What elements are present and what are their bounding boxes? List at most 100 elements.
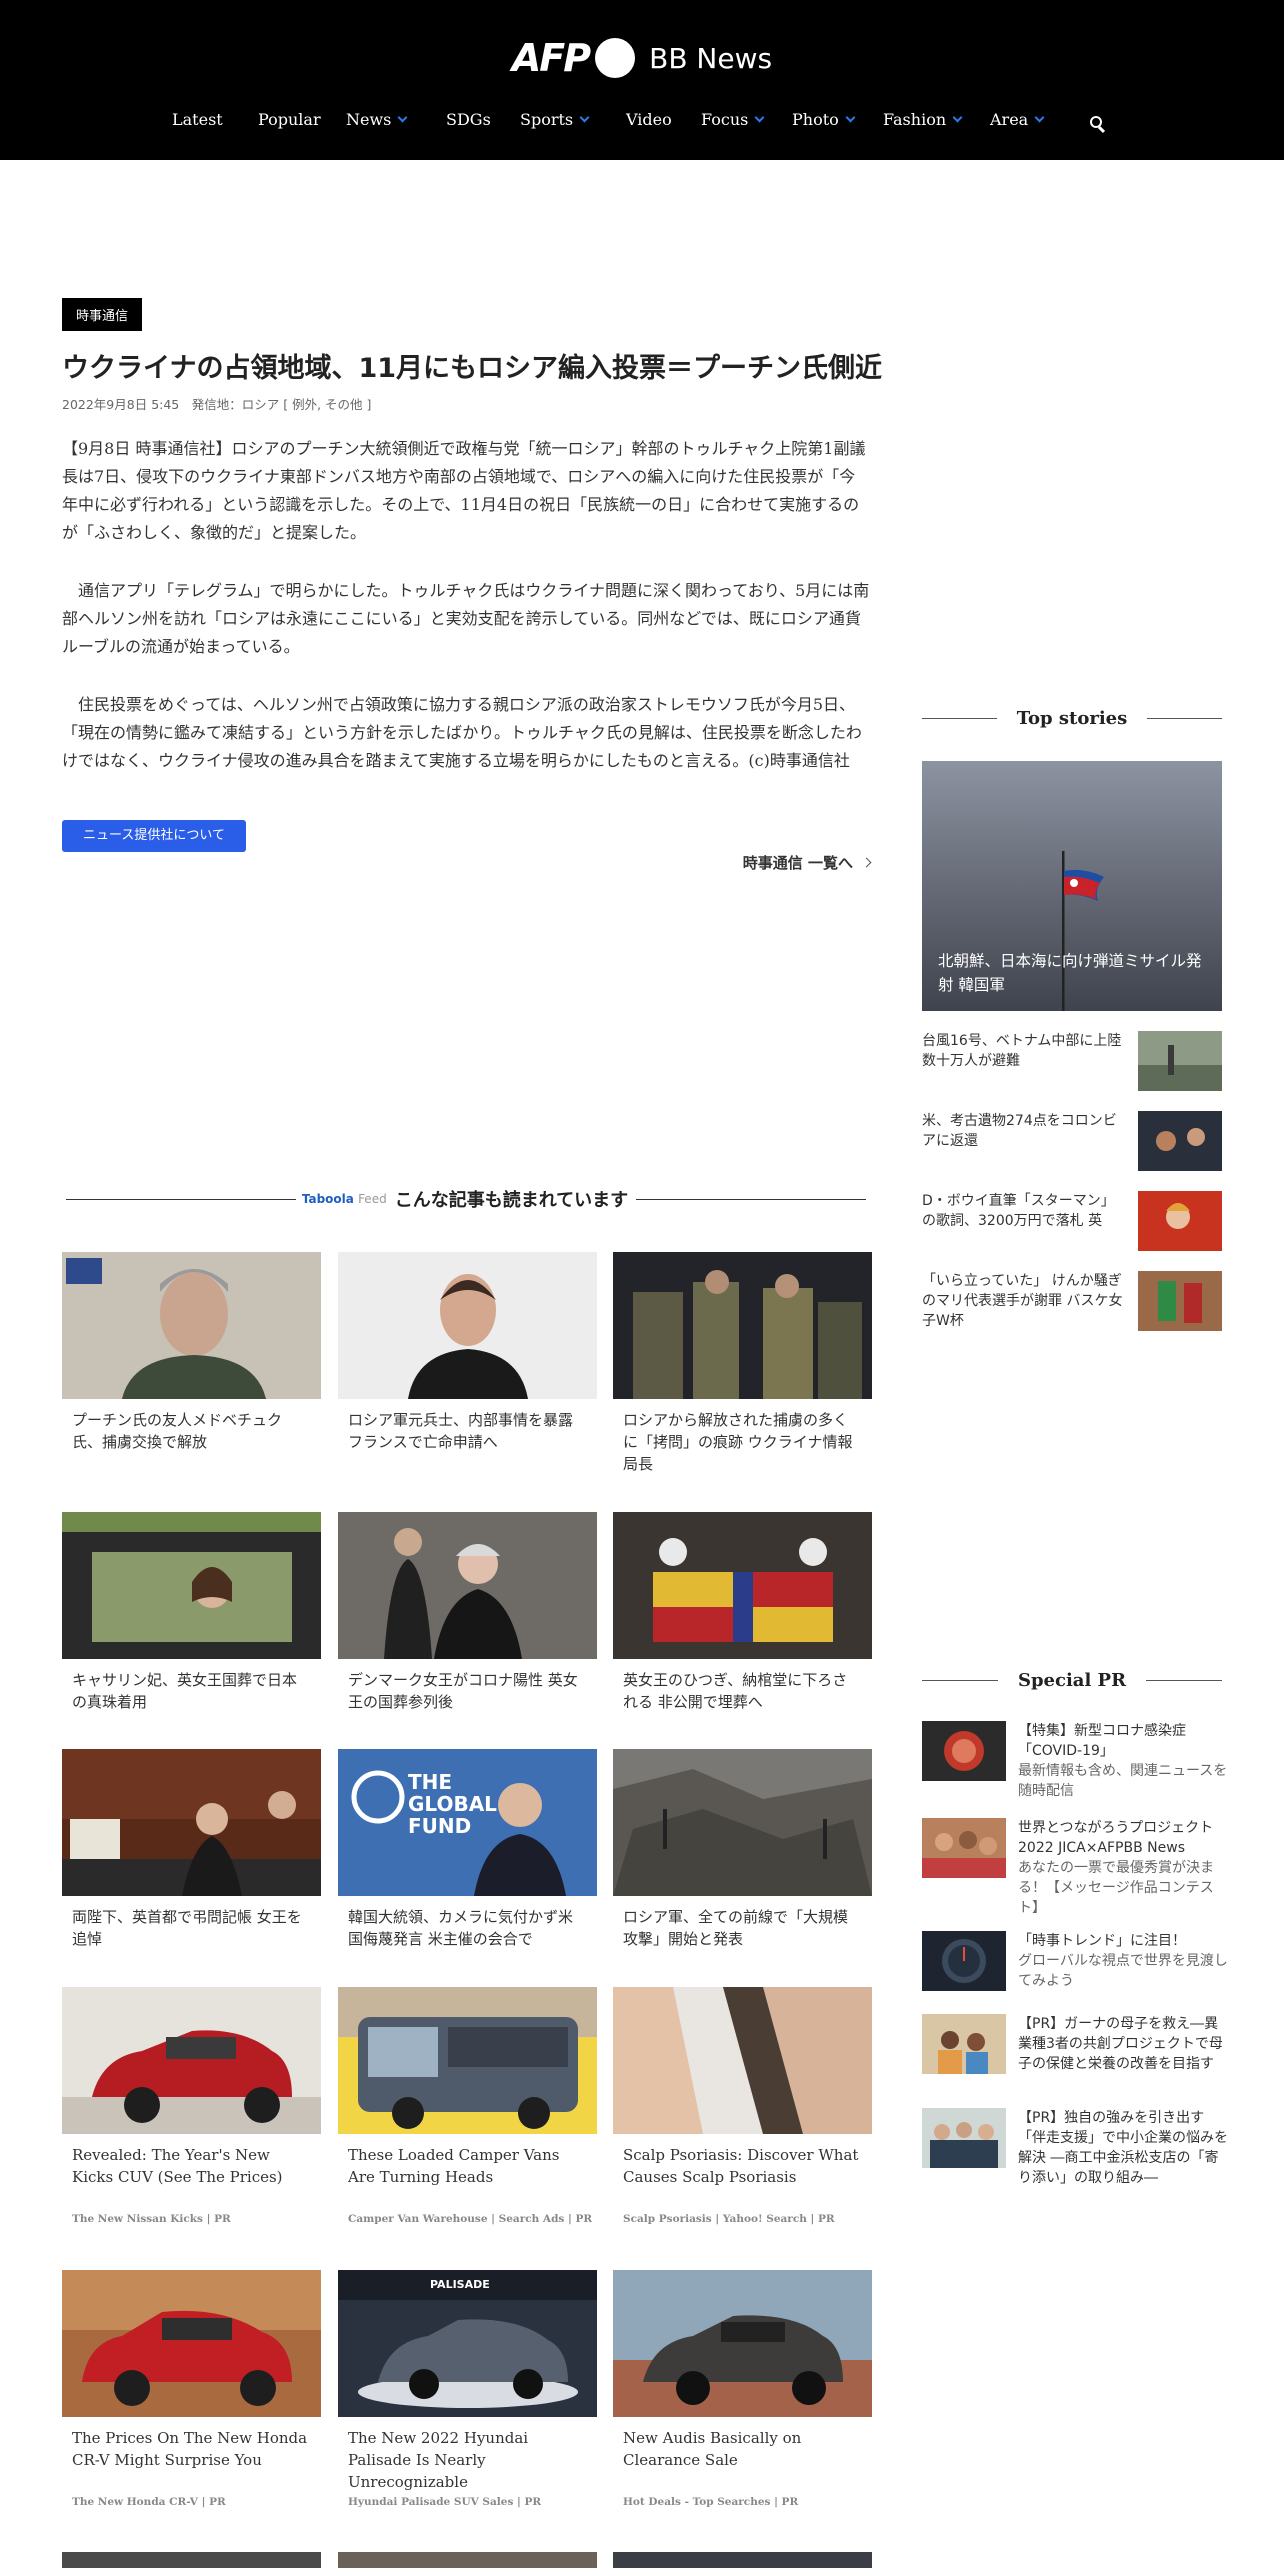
taboola-feed: Feed bbox=[358, 1192, 387, 1206]
ad-card-image bbox=[613, 2270, 872, 2417]
nav-photo[interactable]: Photo bbox=[792, 110, 856, 129]
source-list-link[interactable]: 時事通信 一覧へ bbox=[742, 852, 872, 873]
pr-sub: グローバルな視点で世界を見渡してみよう bbox=[1018, 1953, 1228, 1989]
ad-card-image bbox=[613, 1987, 872, 2134]
top-story-item[interactable]: 米、考古遺物274点をコロンビアに返還 bbox=[922, 1111, 1222, 1171]
ad-card[interactable]: The Prices On The New Honda CR-V Might S… bbox=[62, 2270, 321, 2514]
pr-item[interactable]: 【PR】独自の強みを引き出す「伴走支援」で中小企業の悩みを解決 ―商工中金浜松支… bbox=[922, 2108, 1228, 2186]
rec-card[interactable]: 両陛下、英首都で弔問記帳 女王を追悼 bbox=[62, 1749, 321, 1950]
rec-card[interactable]: THE GLOBAL FUND 韓国大統領、カメラに気付かず米国侮蔑発言 米主催の会… bbox=[338, 1749, 597, 1950]
svg-text:FUND: FUND bbox=[408, 1814, 471, 1838]
rec-card-image bbox=[613, 1252, 872, 1399]
nav-popular[interactable]: Popular bbox=[258, 110, 321, 129]
chevron-down-icon bbox=[397, 112, 408, 123]
article-body: 【9月8日 時事通信社】ロシアのプーチン大統領側近で政権与党「統一ロシア」幹部の… bbox=[62, 435, 870, 775]
ad-card-image bbox=[62, 1987, 321, 2134]
search-icon[interactable] bbox=[1090, 116, 1106, 134]
nav-label: Video bbox=[626, 110, 672, 129]
pr-text: 【PR】ガーナの母子を救え―異業種3者の共創プロジェクトで母子の保健と栄養の改善… bbox=[1018, 2014, 1228, 2074]
rec-card[interactable]: デンマーク女王がコロナ陽性 英女王の国葬参列後 bbox=[338, 1512, 597, 1713]
site-header: AFP BB News Latest Popular News SDGs Spo… bbox=[0, 0, 1284, 160]
ad-card[interactable]: PALISADE The New 2022 Hyundai Palisade I… bbox=[338, 2270, 597, 2514]
rec-card-title: 英女王のひつぎ、納棺堂に下ろされる 非公開で埋葬へ bbox=[623, 1671, 848, 1711]
ad-card-title: These Loaded Camper Vans Are Turning Hea… bbox=[348, 2146, 560, 2186]
rec-card-image bbox=[338, 1512, 597, 1659]
pr-text: 世界とつながろうプロジェクト2022 JICA×AFPBB News あなたの一票… bbox=[1018, 1818, 1228, 1918]
nav-label: Sports bbox=[520, 110, 574, 129]
rec-card[interactable]: プーチン氏の友人メドベチュク氏、捕虜交換で解放 bbox=[62, 1252, 321, 1453]
rec-card[interactable]: キャサリン妃、英女王国葬で日本の真珠着用 bbox=[62, 1512, 321, 1713]
ad-card-source: Hot Deals - Top Searches | PR bbox=[623, 2496, 799, 2508]
nav-label: Popular bbox=[258, 110, 321, 129]
taboola-logo[interactable]: Taboola Feed bbox=[302, 1192, 387, 1206]
ad-card[interactable]: These Loaded Camper Vans Are Turning Hea… bbox=[338, 1987, 597, 2231]
top-story-main[interactable]: 北朝鮮、日本海に向け弾道ミサイル発射 韓国軍 bbox=[922, 761, 1222, 1011]
rec-card-image bbox=[338, 1252, 597, 1399]
pr-title: 【PR】独自の強みを引き出す「伴走支援」で中小企業の悩みを解決 ―商工中金浜松支… bbox=[1018, 2110, 1228, 2186]
pr-item[interactable]: 【PR】ガーナの母子を救え―異業種3者の共創プロジェクトで母子の保健と栄養の改善… bbox=[922, 2014, 1223, 2084]
pr-item[interactable]: 世界とつながろうプロジェクト2022 JICA×AFPBB News あなたの一票… bbox=[922, 1818, 1222, 1918]
pr-thumb bbox=[922, 2108, 1006, 2168]
rec-card-image bbox=[62, 1749, 321, 1896]
rec-card[interactable]: ロシア軍、全ての前線で「大規模攻撃」開始と発表 bbox=[613, 1749, 872, 1950]
divider bbox=[922, 717, 997, 719]
nav-area[interactable]: Area bbox=[990, 110, 1045, 129]
top-story-title: D・ボウイ直筆「スターマン」の歌詞、3200万円で落札 英 bbox=[922, 1193, 1115, 1229]
rec-card-image bbox=[613, 1512, 872, 1659]
nav-fashion[interactable]: Fashion bbox=[883, 110, 963, 129]
ad-card-title: Scalp Psoriasis: Discover What Causes Sc… bbox=[623, 2146, 859, 2186]
svg-text:PALISADE: PALISADE bbox=[430, 2278, 490, 2291]
top-story-item[interactable]: 「いら立っていた」 けんか騒ぎのマリ代表選手が謝罪 バスケ女子W杯 bbox=[922, 1271, 1222, 1331]
chevron-down-icon bbox=[579, 112, 590, 123]
pr-sub: 最新情報も含め、関連ニュースを随時配信 bbox=[1018, 1763, 1228, 1799]
top-story-title: 台風16号、ベトナム中部に上陸 数十万人が避難 bbox=[922, 1033, 1122, 1069]
rec-card[interactable]: 英女王のひつぎ、納棺堂に下ろされる 非公開で埋葬へ bbox=[613, 1512, 872, 1713]
nav-sports[interactable]: Sports bbox=[520, 110, 590, 129]
ad-card[interactable]: Revealed: The Year's New Kicks CUV (See … bbox=[62, 1987, 321, 2231]
top-story-item[interactable]: 台風16号、ベトナム中部に上陸 数十万人が避難 bbox=[922, 1031, 1222, 1091]
ad-card[interactable]: Scalp Psoriasis: Discover What Causes Sc… bbox=[613, 1987, 872, 2231]
pr-title: 「時事トレンド」に注目！ bbox=[1018, 1933, 1186, 1949]
top-stories-heading: Top stories bbox=[922, 706, 1222, 730]
rec-card-image bbox=[613, 1749, 872, 1896]
article-paragraph: 通信アプリ「テレグラム」で明らかにした。トゥルチャク氏はウクライナ問題に深く関わ… bbox=[62, 581, 870, 657]
taboola-brand: Taboola bbox=[301, 1192, 354, 1206]
pr-text: 【特集】新型コロナ感染症「COVID-19」 最新情報も含め、関連ニュースを随時配… bbox=[1018, 1721, 1228, 1801]
news-provider-button[interactable]: ニュース提供社について bbox=[62, 820, 246, 852]
nav-news[interactable]: News bbox=[346, 110, 408, 129]
pr-item[interactable]: 【特集】新型コロナ感染症「COVID-19」 最新情報も含め、関連ニュースを随時配… bbox=[922, 1721, 1227, 1801]
source-list-label: 時事通信 一覧へ bbox=[742, 854, 853, 872]
nav-label: Photo bbox=[792, 110, 839, 129]
ad-card-source: Hyundai Palisade SUV Sales | PR bbox=[348, 2496, 542, 2508]
pr-item[interactable]: 「時事トレンド」に注目！ グローバルな視点で世界を見渡してみよう bbox=[922, 1931, 1228, 1991]
nav-focus[interactable]: Focus bbox=[701, 110, 765, 129]
rec-card[interactable]: ロシア軍元兵士、内部事情を暴露 フランスで亡命申請へ bbox=[338, 1252, 597, 1453]
pr-thumb bbox=[922, 1931, 1006, 1991]
rec-card-image bbox=[62, 1512, 321, 1659]
ad-card-source: Camper Van Warehouse | Search Ads | PR bbox=[348, 2213, 593, 2225]
divider bbox=[922, 1679, 998, 1681]
top-story-thumb bbox=[1138, 1271, 1222, 1331]
nav-latest[interactable]: Latest bbox=[172, 110, 223, 129]
ad-card[interactable]: New Audis Basically on Clearance Sale Ho… bbox=[613, 2270, 872, 2514]
rec-card-title: キャサリン妃、英女王国葬で日本の真珠着用 bbox=[72, 1671, 298, 1711]
nav-label: Area bbox=[990, 110, 1029, 129]
rec-card-title: プーチン氏の友人メドベチュク氏、捕虜交換で解放 bbox=[72, 1411, 283, 1451]
nav-label: SDGs bbox=[446, 110, 491, 129]
divider bbox=[1146, 1679, 1223, 1681]
rec-card-title: 両陛下、英首都で弔問記帳 女王を追悼 bbox=[72, 1908, 302, 1948]
article-meta: 2022年9月8日 5:45 発信地：ロシア [ 例外, その他 ] bbox=[62, 397, 372, 413]
source-badge[interactable]: 時事通信 bbox=[62, 298, 143, 331]
nav-sdgs[interactable]: SDGs bbox=[446, 110, 491, 129]
nav-video[interactable]: Video bbox=[626, 110, 672, 129]
rec-card-title: 韓国大統領、カメラに気付かず米国侮蔑発言 米主催の会合で bbox=[348, 1908, 574, 1948]
top-stories-title: Top stories bbox=[1016, 707, 1128, 729]
recommended-heading: Taboola Feed こんな記事も読まれています bbox=[66, 1186, 867, 1212]
rec-card[interactable]: ロシアから解放された捕虜の多くに「拷問」の痕跡 ウクライナ情報局長 bbox=[613, 1252, 872, 1475]
top-story-item[interactable]: D・ボウイ直筆「スターマン」の歌詞、3200万円で落札 英 bbox=[922, 1191, 1222, 1251]
nav-label: Focus bbox=[701, 110, 749, 129]
chevron-down-icon bbox=[952, 112, 963, 123]
chevron-right-icon bbox=[861, 857, 872, 868]
ad-card-image bbox=[338, 1987, 597, 2134]
site-logo[interactable]: AFP BB News bbox=[0, 36, 1284, 80]
